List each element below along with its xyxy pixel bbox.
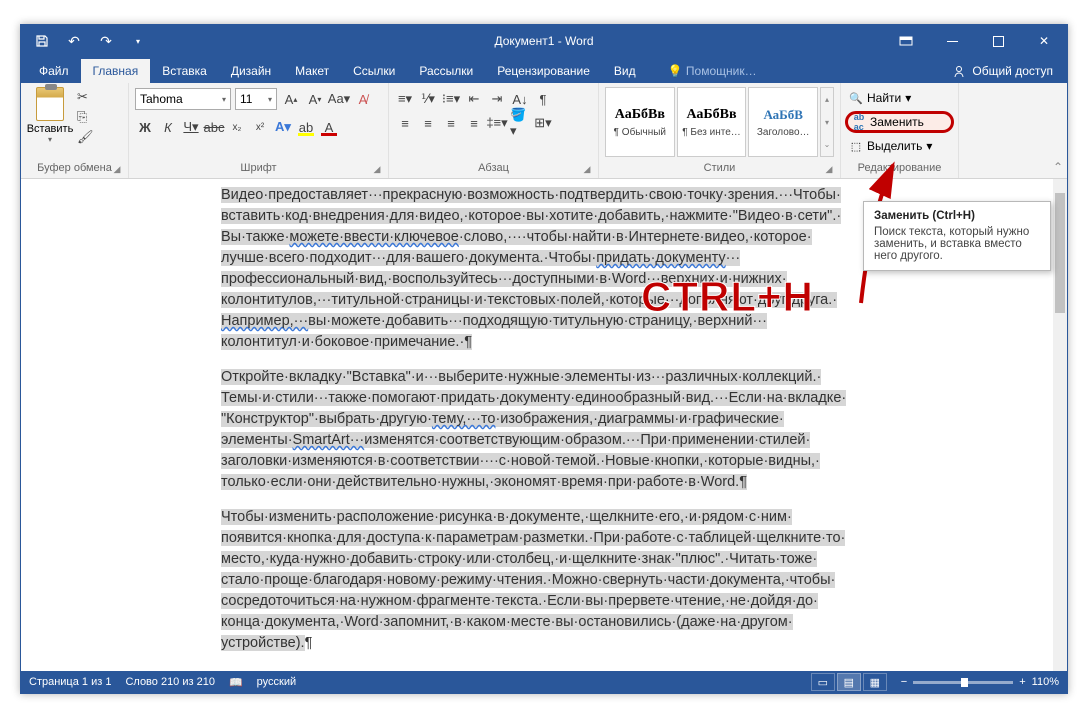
zoom-in-icon[interactable]: + — [1019, 676, 1025, 688]
styles-scroll[interactable]: ▴▾⌄ — [820, 87, 834, 157]
tab-mailings[interactable]: Рассылки — [407, 59, 485, 83]
ribbon: Вставить ▾ ✂ ⎘ 🖌 Буфер обмена◢ Tahoma▾ 1… — [21, 83, 1067, 179]
cursor-icon: ⬚ — [849, 139, 863, 153]
shading-icon[interactable]: 🪣▾ — [510, 112, 530, 134]
zoom-control[interactable]: − + 110% — [901, 676, 1059, 688]
tab-layout[interactable]: Макет — [283, 59, 341, 83]
style-no-spacing[interactable]: АаБбВв¶ Без инте… — [677, 87, 747, 157]
zoom-out-icon[interactable]: − — [901, 676, 907, 688]
vertical-scrollbar[interactable] — [1053, 179, 1067, 671]
status-proofing-icon[interactable]: 📖 — [229, 676, 243, 689]
view-read-icon[interactable]: ▭ — [811, 673, 835, 691]
save-icon[interactable] — [33, 32, 51, 50]
group-styles: АаБбВв¶ Обычный АаБбВв¶ Без инте… АаБбВЗ… — [599, 83, 841, 178]
dec-indent-icon[interactable]: ⇤ — [464, 88, 484, 110]
numbering-icon[interactable]: ⅟▾ — [418, 88, 438, 110]
maximize-button[interactable] — [975, 25, 1021, 57]
window-title: Документ1 - Word — [494, 34, 593, 48]
font-name-combo[interactable]: Tahoma▾ — [135, 88, 231, 110]
group-paragraph: ≡▾ ⅟▾ ⁝≡▾ ⇤ ⇥ A↓ ¶ ≡ ≡ ≡ ≡ ‡≡▾ 🪣▾ ⊞▾ — [389, 83, 599, 178]
collapse-ribbon-icon[interactable]: ⌃ — [1053, 160, 1063, 174]
justify-icon[interactable]: ≡ — [464, 112, 484, 134]
tell-me[interactable]: 💡 Помощник… — [648, 59, 769, 83]
tab-view[interactable]: Вид — [602, 59, 648, 83]
undo-icon[interactable]: ↶ — [65, 32, 83, 50]
borders-icon[interactable]: ⊞▾ — [533, 112, 553, 134]
statusbar: Страница 1 из 1 Слово 210 из 210 📖 русск… — [21, 671, 1067, 693]
align-left-icon[interactable]: ≡ — [395, 112, 415, 134]
multilevel-icon[interactable]: ⁝≡▾ — [441, 88, 461, 110]
titlebar: ↶ ↷ ▾ Документ1 - Word ✕ — [21, 25, 1067, 57]
style-normal[interactable]: АаБбВв¶ Обычный — [605, 87, 675, 157]
annotation-shortcut: CTRL+H — [641, 273, 814, 321]
replace-icon: abac — [852, 115, 866, 129]
bullets-icon[interactable]: ≡▾ — [395, 88, 415, 110]
tab-file[interactable]: Файл — [27, 59, 81, 83]
bold-button[interactable]: Ж — [135, 116, 155, 138]
align-right-icon[interactable]: ≡ — [441, 112, 461, 134]
ribbon-tabs: Файл Главная Вставка Дизайн Макет Ссылки… — [21, 57, 1067, 83]
superscript-button[interactable]: x² — [250, 116, 270, 138]
replace-button[interactable]: abacЗаменить — [845, 111, 954, 133]
shrink-font-icon[interactable]: A▾ — [305, 88, 325, 110]
subscript-button[interactable]: x₂ — [227, 116, 247, 138]
find-button[interactable]: 🔍Найти ▾ — [845, 87, 954, 109]
copy-icon[interactable]: ⎘ — [77, 109, 94, 125]
line-spacing-icon[interactable]: ‡≡▾ — [487, 112, 507, 134]
italic-button[interactable]: К — [158, 116, 178, 138]
tab-references[interactable]: Ссылки — [341, 59, 407, 83]
paste-button[interactable]: Вставить ▾ — [27, 87, 73, 157]
text-effects-icon[interactable]: A▾ — [273, 116, 293, 138]
minimize-button[interactable] — [929, 25, 975, 57]
status-language[interactable]: русский — [257, 676, 296, 688]
replace-tooltip: Заменить (Ctrl+H) Поиск текста, который … — [863, 201, 1051, 271]
group-font: Tahoma▾ 11▾ A▴ A▾ Aa▾ A̸ Ж К Ч▾ abc x₂ x… — [129, 83, 389, 178]
format-painter-icon[interactable]: 🖌 — [77, 129, 94, 145]
view-print-icon[interactable]: ▤ — [837, 673, 861, 691]
styles-launcher[interactable]: ◢ — [824, 164, 834, 174]
inc-indent-icon[interactable]: ⇥ — [487, 88, 507, 110]
align-center-icon[interactable]: ≡ — [418, 112, 438, 134]
font-color-icon[interactable]: A — [319, 116, 339, 138]
select-button[interactable]: ⬚Выделить ▾ — [845, 135, 954, 157]
tab-home[interactable]: Главная — [81, 59, 151, 83]
close-button[interactable]: ✕ — [1021, 25, 1067, 57]
group-editing: 🔍Найти ▾ abacЗаменить ⬚Выделить ▾ Редакт… — [841, 83, 959, 178]
view-web-icon[interactable]: ▦ — [863, 673, 887, 691]
search-icon: 🔍 — [849, 91, 863, 105]
ribbon-options-icon[interactable] — [883, 25, 929, 57]
status-page[interactable]: Страница 1 из 1 — [29, 676, 111, 688]
status-words[interactable]: Слово 210 из 210 — [125, 676, 215, 688]
highlight-icon[interactable]: ab — [296, 116, 316, 138]
font-launcher[interactable]: ◢ — [372, 164, 382, 174]
redo-icon[interactable]: ↷ — [97, 32, 115, 50]
show-marks-icon[interactable]: ¶ — [533, 88, 553, 110]
share-button[interactable]: Общий доступ — [938, 59, 1067, 83]
underline-button[interactable]: Ч▾ — [181, 116, 201, 138]
cut-icon[interactable]: ✂ — [77, 89, 94, 105]
font-size-combo[interactable]: 11▾ — [235, 88, 277, 110]
tab-design[interactable]: Дизайн — [219, 59, 283, 83]
grow-font-icon[interactable]: A▴ — [281, 88, 301, 110]
para-launcher[interactable]: ◢ — [582, 164, 592, 174]
tab-review[interactable]: Рецензирование — [485, 59, 602, 83]
clipboard-icon — [36, 87, 64, 121]
clipboard-launcher[interactable]: ◢ — [112, 164, 122, 174]
qat-dropdown-icon[interactable]: ▾ — [129, 32, 147, 50]
style-heading1[interactable]: АаБбВЗаголово… — [748, 87, 818, 157]
zoom-level[interactable]: 110% — [1032, 676, 1059, 688]
clear-format-icon[interactable]: A̸ — [353, 88, 373, 110]
tab-insert[interactable]: Вставка — [150, 59, 219, 83]
change-case-icon[interactable]: Aa▾ — [329, 88, 349, 110]
group-clipboard: Вставить ▾ ✂ ⎘ 🖌 Буфер обмена◢ — [21, 83, 129, 178]
strike-button[interactable]: abc — [204, 116, 224, 138]
